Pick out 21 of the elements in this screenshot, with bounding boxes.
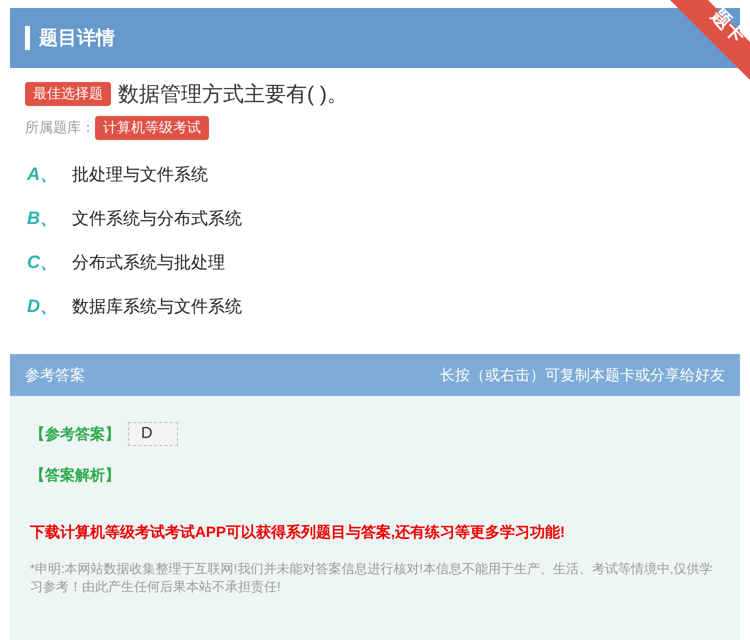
option-text: 分布式系统与批处理 <box>72 252 225 274</box>
answer-title: 参考答案 <box>25 366 85 384</box>
bank-tag[interactable]: 计算机等级考试 <box>95 116 209 140</box>
option-letter: D、 <box>27 295 58 318</box>
option-text: 数据库系统与文件系统 <box>72 296 242 318</box>
title-marker <box>25 26 30 50</box>
option-letter: C、 <box>27 251 58 274</box>
option-letter: B、 <box>27 207 58 230</box>
answer-label: 【参考答案】 <box>30 424 120 444</box>
analysis-label: 【答案解析】 <box>30 466 120 485</box>
bank-label: 所属题库： <box>25 119 95 137</box>
option-text: 批处理与文件系统 <box>72 164 208 186</box>
option-text: 文件系统与分布式系统 <box>72 208 242 230</box>
answer-value: D <box>128 422 178 446</box>
option-letter: A、 <box>27 163 58 186</box>
share-hint: 长按（或右击）可复制本题卡或分享给好友 <box>440 366 725 384</box>
disclaimer-text: *申明:本网站数据收集整理于互联网!我们并未能对答案信息进行核对!本信息不能用于生产、生活、考试等情境中,仅供学习参考！由此产生任何后果本站不承担责任! <box>30 560 714 596</box>
page-title: 题目详情 <box>39 26 115 51</box>
promo-text: 下载计算机等级考试考试APP可以获得系列题目与答案,还有练习等更多学习功能! <box>30 523 566 542</box>
question-text: 数据管理方式主要有( )。 <box>118 82 348 108</box>
question-type-tag: 最佳选择题 <box>25 82 111 106</box>
